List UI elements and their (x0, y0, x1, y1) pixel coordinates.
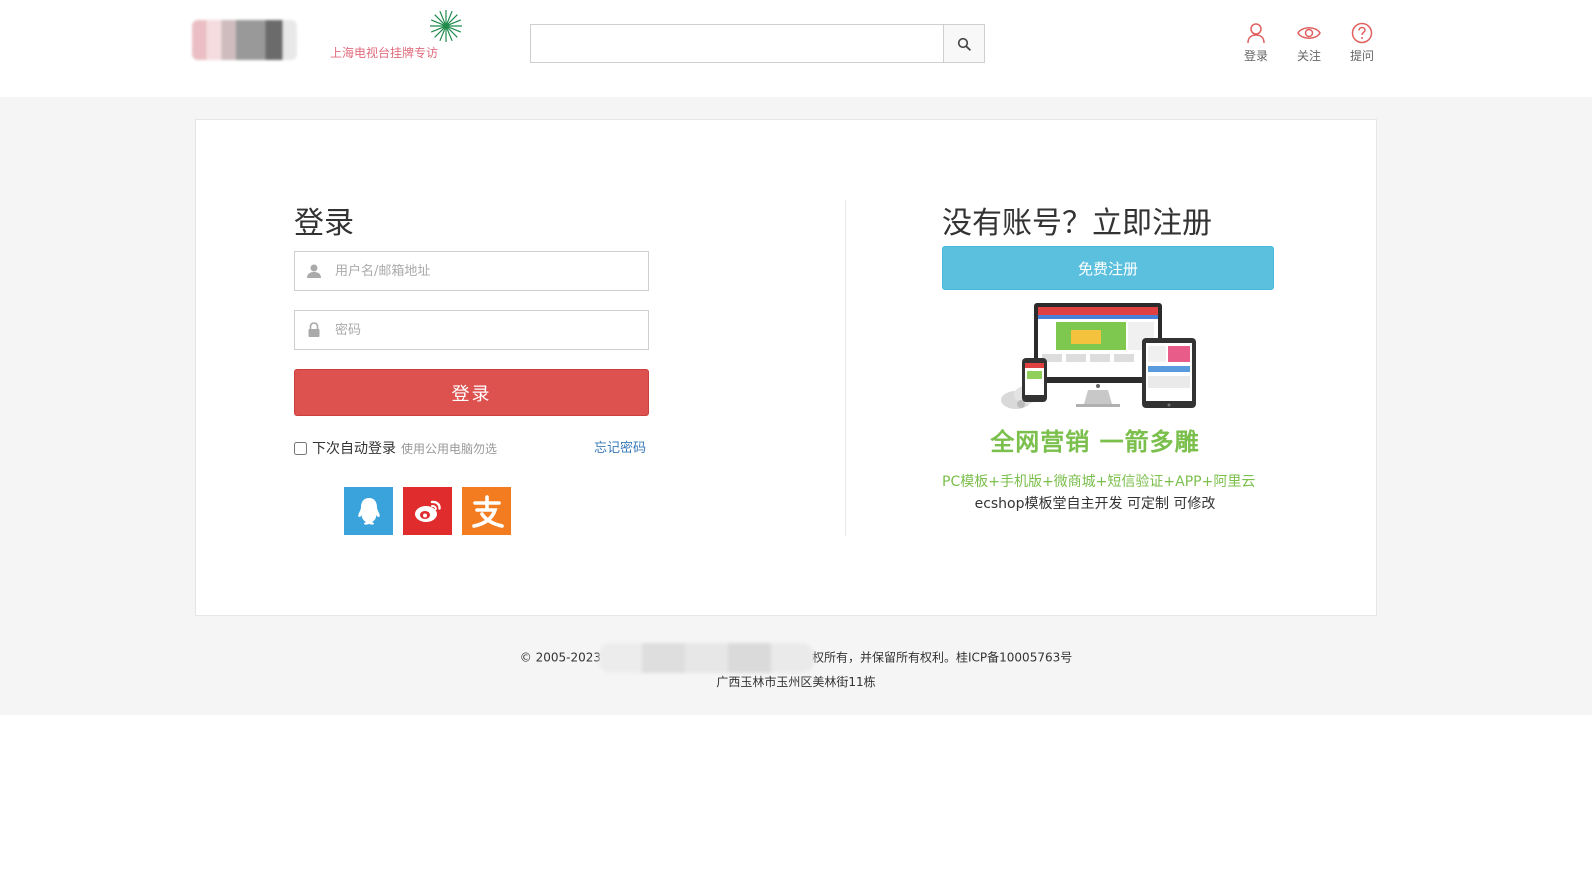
user-icon (1247, 23, 1265, 44)
site-logo[interactable] (192, 20, 297, 60)
remember-me-checkbox[interactable] (294, 441, 307, 455)
weibo-icon (414, 500, 441, 522)
alipay-icon (471, 495, 504, 528)
card-divider (845, 200, 846, 536)
copyright-suffix[interactable]: 权所有，并保留所有权利。桂ICP备10005763号 (812, 651, 1072, 665)
remember-me-hint: 使用公用电脑勿选 (401, 441, 498, 456)
eye-icon (1297, 27, 1321, 39)
footer-copyright: © 2005-2023 权所有，并保留所有权利。桂ICP备10005763号 (0, 643, 1592, 673)
header-login-label: 登录 (1243, 49, 1268, 63)
redacted-company-name (599, 643, 814, 673)
footer-address: 广西玉林市玉州区美林街11栋 (716, 675, 876, 689)
qq-icon (357, 498, 380, 525)
header-ask-label: 提问 (1349, 49, 1374, 63)
remember-me-label: 下次自动登录 (312, 441, 396, 457)
username-field[interactable] (294, 251, 649, 291)
header-ask-link[interactable]: 提问 (1342, 22, 1382, 64)
qq-login-button[interactable] (344, 487, 393, 535)
logo-burst-icon (430, 10, 462, 42)
user-icon (307, 264, 321, 278)
login-submit-button[interactable]: 登录 (294, 369, 649, 416)
promo-description: ecshop模板堂自主开发 可定制 可修改 (974, 496, 1216, 512)
search-input[interactable] (530, 24, 944, 63)
search-button[interactable] (943, 24, 985, 63)
promo-slogan: 全网营销 一箭多雕 (990, 427, 1200, 456)
register-title: 没有账号？立即注册 (942, 206, 1212, 241)
promo-features: PC模板+手机版+微商城+短信验证+APP+阿里云 (942, 474, 1256, 490)
search-icon (957, 37, 971, 51)
header-follow-label: 关注 (1296, 49, 1321, 63)
multi-device-illustration (1001, 303, 1196, 409)
password-input[interactable] (333, 311, 648, 349)
username-input[interactable] (333, 252, 648, 290)
site-header: 上海电视台挂牌专访 登录 关注 提问 (0, 0, 1592, 97)
password-field[interactable] (294, 310, 649, 350)
remember-me[interactable]: 下次自动登录 使用公用电脑勿选 (294, 438, 497, 458)
forgot-password-link[interactable]: 忘记密码 (594, 437, 646, 456)
weibo-login-button[interactable] (403, 487, 452, 535)
header-login-link[interactable]: 登录 (1236, 22, 1276, 64)
alipay-login-button[interactable] (462, 487, 511, 535)
header-follow-link[interactable]: 关注 (1289, 22, 1329, 64)
copyright-prefix: © 2005-2023 (519, 650, 601, 665)
question-icon (1351, 22, 1373, 44)
lock-icon (308, 322, 320, 337)
login-title: 登录 (294, 206, 354, 241)
free-register-button[interactable]: 免费注册 (942, 246, 1274, 290)
logo-slogan[interactable]: 上海电视台挂牌专访 (330, 44, 438, 61)
